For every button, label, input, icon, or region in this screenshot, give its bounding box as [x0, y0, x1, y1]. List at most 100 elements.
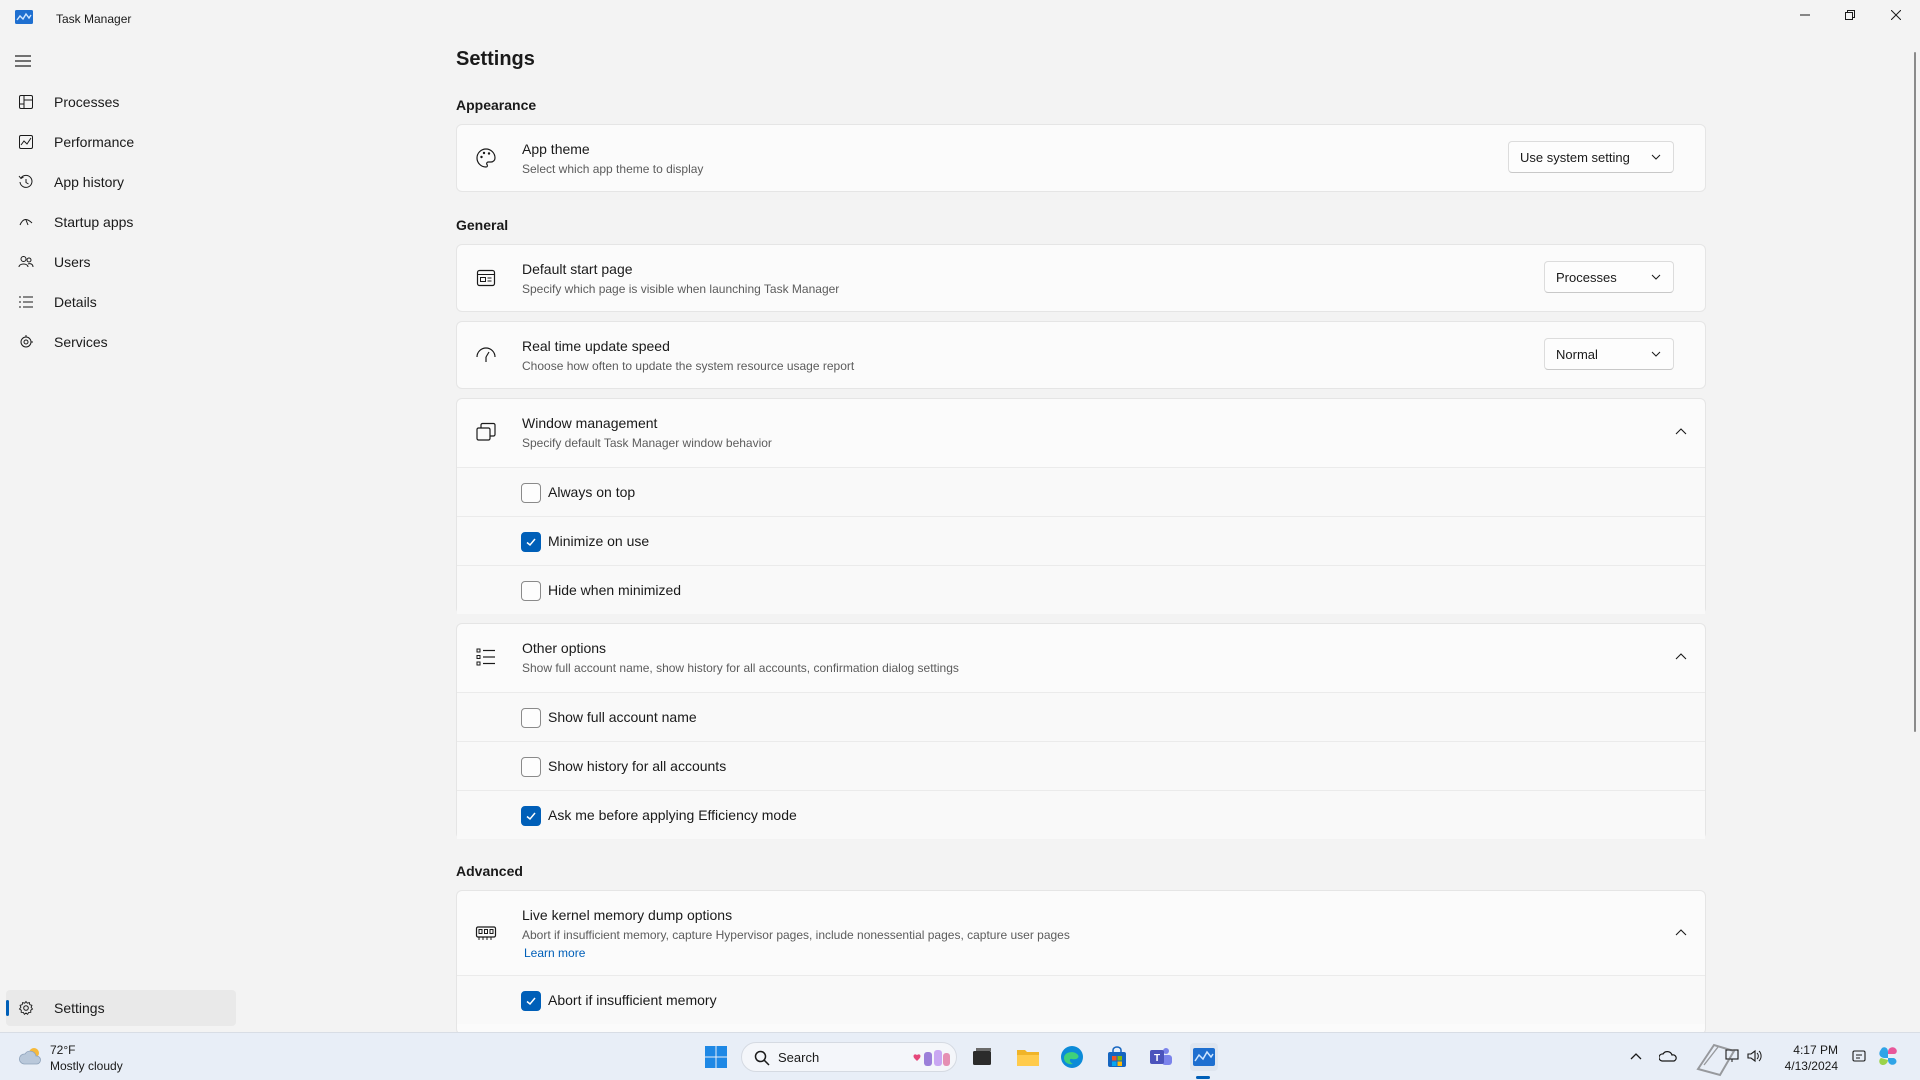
sidebar-item-label: Services	[54, 334, 108, 350]
sidebar: Processes Performance App history Startu…	[0, 40, 240, 1030]
other-options-desc: Show full account name, show history for…	[522, 661, 959, 675]
show-full-account-name-checkbox[interactable]	[521, 708, 541, 728]
option-always-on-top[interactable]: Always on top	[457, 467, 1705, 516]
window-management-header[interactable]: Window management Specify default Task M…	[457, 399, 1705, 467]
start-button[interactable]	[702, 1043, 730, 1071]
option-label: Hide when minimized	[548, 582, 682, 598]
users-icon	[16, 252, 36, 272]
efficiency-mode-checkbox[interactable]	[521, 806, 541, 826]
file-explorer-button[interactable]	[1014, 1043, 1042, 1071]
onedrive-cloud-icon[interactable]	[1659, 1047, 1677, 1065]
app-theme-dropdown[interactable]: Use system setting	[1508, 141, 1674, 173]
sidebar-item-label: Details	[54, 294, 97, 310]
taskbar: 72°F Mostly cloudy Search T 4:17 PM 4/13…	[0, 1032, 1920, 1080]
sidebar-item-app-history[interactable]: App history	[6, 164, 236, 200]
search-icon	[754, 1050, 770, 1066]
sidebar-item-performance[interactable]: Performance	[6, 124, 236, 160]
weather-temperature[interactable]: 72°F	[50, 1043, 75, 1057]
start-page-icon	[475, 267, 497, 289]
sidebar-item-details[interactable]: Details	[6, 284, 236, 320]
app-theme-card: App theme Select which app theme to disp…	[456, 124, 1706, 192]
kernel-dump-desc: Abort if insufficient memory, capture Hy…	[522, 928, 1070, 942]
other-options-title: Other options	[522, 640, 607, 656]
minimize-on-use-checkbox[interactable]	[521, 532, 541, 552]
search-label: Search	[778, 1050, 820, 1065]
app-theme-title: App theme	[522, 141, 590, 157]
close-button[interactable]	[1873, 0, 1919, 30]
other-options-card: Other options Show full account name, sh…	[456, 623, 1706, 839]
option-show-full-account-name[interactable]: Show full account name	[457, 692, 1705, 741]
show-history-checkbox[interactable]	[521, 757, 541, 777]
teams-button[interactable]: T	[1147, 1043, 1175, 1071]
settings-page: Settings Appearance App theme Select whi…	[456, 40, 1906, 1035]
other-options-header[interactable]: Other options Show full account name, sh…	[457, 624, 1705, 692]
minimize-icon	[1800, 14, 1810, 16]
windows-logo-icon	[705, 1046, 727, 1068]
details-icon	[16, 292, 36, 312]
default-start-page-title: Default start page	[522, 261, 633, 277]
option-minimize-on-use[interactable]: Minimize on use	[457, 516, 1705, 565]
sidebar-item-settings[interactable]: Settings	[6, 990, 236, 1026]
partly-cloudy-icon[interactable]	[18, 1045, 44, 1067]
sidebar-item-label: App history	[54, 174, 125, 190]
history-icon	[16, 172, 36, 192]
window-title: Task Manager	[56, 12, 132, 26]
services-icon	[16, 332, 36, 352]
update-speed-dropdown[interactable]: Normal	[1544, 338, 1674, 370]
learn-more-link[interactable]: Learn more	[524, 946, 585, 960]
option-label: Minimize on use	[548, 533, 650, 549]
store-bag-icon	[1108, 1046, 1126, 1067]
chevron-up-icon[interactable]	[1629, 1050, 1643, 1062]
weather-condition[interactable]: Mostly cloudy	[50, 1059, 123, 1073]
chevron-down-icon	[1651, 154, 1661, 160]
sidebar-item-label: Startup apps	[54, 214, 134, 230]
search-highlight-illustration-icon	[913, 1050, 950, 1066]
watermark-logo-icon	[1696, 1043, 1736, 1077]
default-start-page-dropdown[interactable]: Processes	[1544, 261, 1674, 293]
chevron-up-icon[interactable]	[1675, 427, 1687, 437]
vertical-scrollbar[interactable]	[1914, 52, 1916, 732]
edge-browser-icon	[1061, 1046, 1083, 1068]
hide-when-minimized-checkbox[interactable]	[521, 581, 541, 601]
option-show-history-all-accounts[interactable]: Show history for all accounts	[457, 741, 1705, 790]
kernel-dump-header[interactable]: Live kernel memory dump options Abort if…	[457, 891, 1705, 975]
option-label: Abort if insufficient memory	[548, 992, 717, 1008]
task-manager-app-icon	[15, 10, 33, 24]
chevron-up-icon[interactable]	[1675, 928, 1687, 938]
taskbar-search-box[interactable]: Search	[741, 1042, 957, 1072]
abort-insufficient-memory-checkbox[interactable]	[521, 991, 541, 1011]
sidebar-item-users[interactable]: Users	[6, 244, 236, 280]
window-management-title: Window management	[522, 415, 658, 431]
always-on-top-checkbox[interactable]	[521, 483, 541, 503]
title-bar: Task Manager	[0, 0, 1920, 40]
section-title-advanced: Advanced	[456, 863, 523, 879]
microsoft-store-button[interactable]	[1103, 1043, 1131, 1071]
sidebar-item-label: Users	[54, 254, 91, 270]
minimize-button[interactable]	[1782, 0, 1828, 30]
update-speed-title: Real time update speed	[522, 338, 670, 354]
chevron-up-icon[interactable]	[1675, 652, 1687, 662]
task-manager-taskbar-button[interactable]	[1190, 1043, 1218, 1071]
close-icon	[1891, 10, 1901, 20]
sidebar-item-label: Processes	[54, 94, 120, 110]
option-efficiency-mode-confirm[interactable]: Ask me before applying Efficiency mode	[457, 790, 1705, 839]
sidebar-item-services[interactable]: Services	[6, 324, 236, 360]
option-label: Show history for all accounts	[548, 758, 727, 774]
update-speed-value: Normal	[1556, 346, 1598, 362]
task-view-button[interactable]	[968, 1043, 996, 1071]
edge-browser-button[interactable]	[1058, 1043, 1086, 1071]
folder-icon	[1017, 1050, 1039, 1066]
sidebar-item-processes[interactable]: Processes	[6, 84, 236, 120]
hamburger-menu-icon[interactable]	[14, 54, 32, 68]
speed-gauge-icon	[475, 344, 497, 366]
sidebar-item-label: Performance	[54, 134, 135, 150]
option-hide-when-minimized[interactable]: Hide when minimized	[457, 565, 1705, 614]
task-view-icon	[973, 1048, 991, 1065]
sidebar-item-startup-apps[interactable]: Startup apps	[6, 204, 236, 240]
restore-icon	[1845, 10, 1855, 20]
restore-button[interactable]	[1827, 0, 1873, 30]
option-abort-insufficient-memory[interactable]: Abort if insufficient memory	[457, 975, 1705, 1024]
processes-icon	[16, 92, 36, 112]
app-theme-value: Use system setting	[1520, 149, 1630, 165]
performance-icon	[16, 132, 36, 152]
